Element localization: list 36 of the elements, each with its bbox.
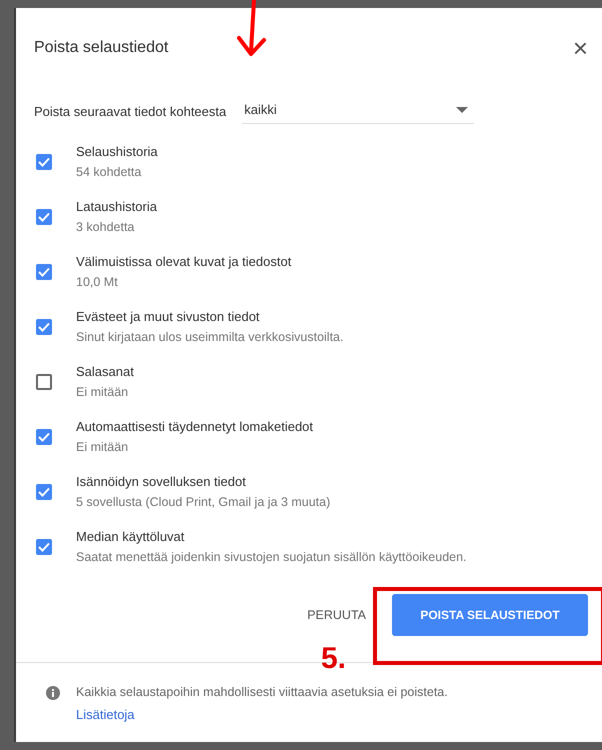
item-detail: Saatat menettää joidenkin sivustojen suojatun sisällön käyttöoikeuden.: [76, 550, 467, 564]
range-dropdown[interactable]: kaikki: [242, 98, 474, 124]
annotation-arrow: [234, 0, 268, 58]
caret-icon: [456, 106, 468, 112]
item-title: Median käyttöluvat: [76, 529, 186, 544]
item-detail: 10,0 Mt: [76, 275, 119, 289]
delete-data-button[interactable]: POISTA SELAUSTIEDOT: [392, 594, 588, 636]
item-title: Evästeet ja muut sivuston tiedot: [76, 309, 261, 324]
item-title: Automaattisesti täydennetyt lomaketiedot: [76, 419, 314, 434]
item-title: Selaushistoria: [76, 144, 158, 159]
checkbox[interactable]: [36, 209, 52, 225]
item-title: Salasanat: [76, 364, 134, 379]
cancel-button[interactable]: PERUUTA: [295, 600, 378, 630]
item-detail: 3 kohdetta: [76, 220, 136, 234]
item-title: Isännöidyn sovelluksen tiedot: [76, 474, 247, 489]
checkbox[interactable]: [36, 154, 52, 170]
checkbox[interactable]: [36, 539, 52, 555]
checkbox[interactable]: [36, 264, 52, 280]
footer-note: Kaikkia selaustapoihin mahdollisesti viittaavia asetuksia ei poisteta.: [76, 685, 448, 699]
item-title: Lataushistoria: [76, 199, 157, 214]
checkbox[interactable]: [36, 484, 52, 500]
checkbox[interactable]: [36, 429, 52, 445]
learn-more-link[interactable]: Lisätietoja: [76, 707, 135, 722]
checkbox[interactable]: [36, 374, 52, 390]
item-detail: 54 kohdetta: [76, 165, 142, 179]
step-number: 5.: [321, 642, 346, 676]
close-button[interactable]: ×: [572, 35, 588, 61]
item-detail: Ei mitään: [76, 440, 130, 454]
range-label: Poista seuraavat tiedot kohteesta: [34, 104, 226, 118]
item-detail: Sinut kirjataan ulos useimmilta verkkosivustoilta.: [76, 330, 344, 344]
checkbox[interactable]: [36, 319, 52, 335]
dialog-title: Poista selaustiedot: [34, 39, 168, 57]
info-icon: [46, 686, 60, 700]
item-detail: Ei mitään: [76, 385, 130, 399]
item-title: Välimuistissa olevat kuvat ja tiedostot: [76, 254, 292, 269]
item-detail: 5 sovellusta (Cloud Print, Gmail ja ja 3 muuta): [76, 495, 330, 509]
